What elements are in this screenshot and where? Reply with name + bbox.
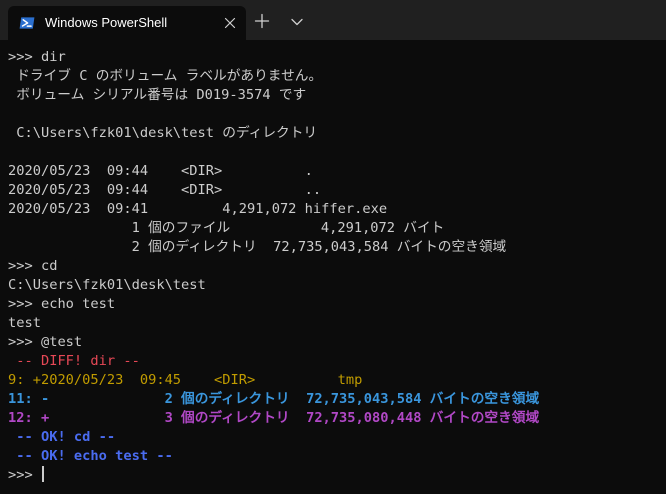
powershell-icon: [19, 17, 35, 29]
terminal-line: C:\Users\fzk01\desk\test: [8, 277, 206, 293]
terminal-line: 2020/05/23 09:41 4,291,072 hiffer.exe: [8, 201, 388, 217]
text-cursor: [41, 466, 44, 482]
ok-message-line: -- OK! echo test --: [8, 448, 173, 464]
terminal-line: >>> dir: [8, 49, 66, 65]
close-icon[interactable]: [222, 15, 238, 31]
diff-changed-line: 12: + 3 個のディレクトリ 72,735,080,448 バイトの空き領域: [8, 410, 540, 426]
prompt: >>>: [8, 467, 41, 483]
plus-icon[interactable]: [254, 13, 270, 29]
terminal-line: 2020/05/23 09:44 <DIR> .: [8, 163, 313, 179]
diff-header-line: -- DIFF! dir --: [8, 353, 140, 369]
terminal-line: test: [8, 315, 41, 331]
diff-removed-line: 11: - 2 個のディレクトリ 72,735,043,584 バイトの空き領域: [8, 391, 540, 407]
terminal-line: 2 個のディレクトリ 72,735,043,584 バイトの空き領域: [8, 239, 507, 255]
tab-title: Windows PowerShell: [45, 15, 168, 30]
terminal-output[interactable]: >>> dir ドライブ C のボリューム ラベルがありません。 ボリューム シ…: [8, 48, 658, 488]
diff-added-line: 9: +2020/05/23 09:45 <DIR> tmp: [8, 372, 363, 388]
terminal-line: >>> @test: [8, 334, 83, 350]
terminal-line: ボリューム シリアル番号は D019-3574 です: [8, 87, 307, 103]
prompt-line[interactable]: >>>: [8, 466, 658, 485]
terminal-line: C:\Users\fzk01\desk\test のディレクトリ: [8, 125, 318, 141]
terminal-line: ドライブ C のボリューム ラベルがありません。: [8, 68, 323, 84]
ok-message-line: -- OK! cd --: [8, 429, 116, 445]
chevron-down-icon[interactable]: [289, 14, 305, 30]
terminal-line: 1 個のファイル 4,291,072 バイト: [8, 220, 445, 236]
tab-windows-powershell[interactable]: Windows PowerShell: [8, 6, 246, 40]
title-bar: Windows PowerShell: [0, 0, 666, 40]
terminal-line: >>> cd: [8, 258, 58, 274]
terminal-window: Windows PowerShell >>> dir ドライブ C のボリューム…: [0, 0, 666, 494]
terminal-line: 2020/05/23 09:44 <DIR> ..: [8, 182, 322, 198]
terminal-line: >>> echo test: [8, 296, 116, 312]
